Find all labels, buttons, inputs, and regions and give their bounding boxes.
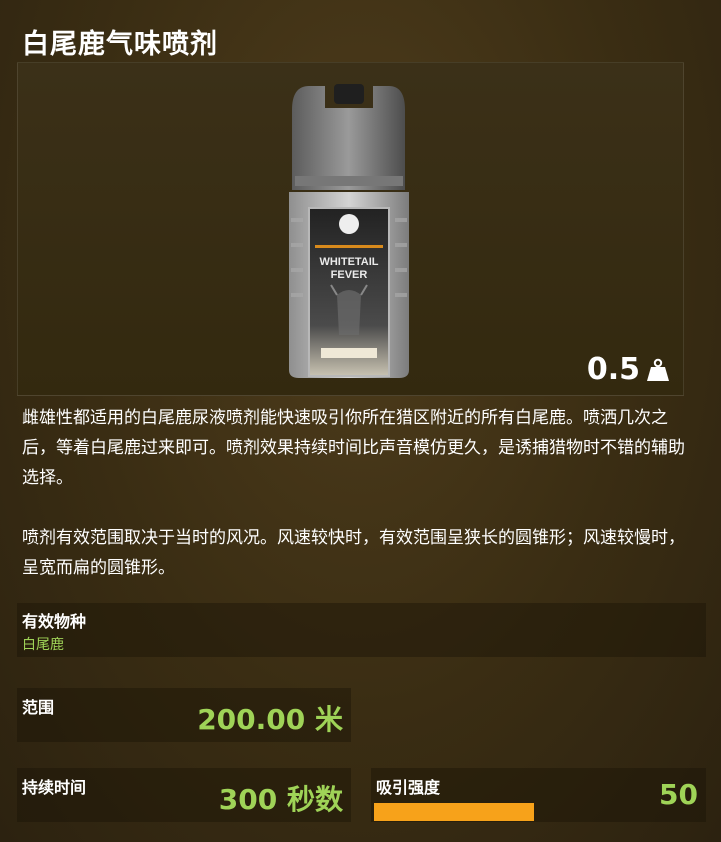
item-title: 白尾鹿气味喷剂 [22,29,218,60]
range-label: 范围 [22,698,55,717]
species-panel: 有效物种 白尾鹿 [17,603,706,657]
weight-icon [647,358,669,381]
item-weight: 0.5 [587,352,670,387]
bottle-label-text-1: WHITETAIL [319,256,378,268]
attraction-bar [374,803,694,821]
range-value: 200.00 米 [197,703,343,736]
bottle-label-text-2: FEVER [331,269,368,281]
description-paragraph-1: 雌雄性都适用的白尾鹿尿液喷剂能快速吸引你所在猎区附近的所有白尾鹿。喷洒几次之后，… [22,408,685,488]
weight-value: 0.5 [586,352,640,387]
species-value: 白尾鹿 [22,637,64,653]
species-label: 有效物种 [22,612,87,631]
item-description: 雌雄性都适用的白尾鹿尿液喷剂能快速吸引你所在猎区附近的所有白尾鹿。喷洒几次之后，… [22,403,692,613]
duration-stat: 持续时间 300 秒数 [17,768,351,822]
range-stat: 范围 200.00 米 [17,688,351,742]
attraction-bar-fill [374,803,534,821]
item-image-panel: WHITETAIL FEVER 0.5 [17,62,684,396]
duration-label: 持续时间 [22,778,87,797]
description-paragraph-2: 喷剂有效范围取决于当时的风况。风速较快时，有效范围呈狭长的圆锥形；风速较慢时，呈… [22,528,685,578]
duration-value: 300 秒数 [218,783,343,816]
spray-bottle-image: WHITETAIL FEVER [289,84,409,378]
attraction-label: 吸引强度 [376,778,441,797]
attraction-stat: 吸引强度 50 [371,768,706,822]
